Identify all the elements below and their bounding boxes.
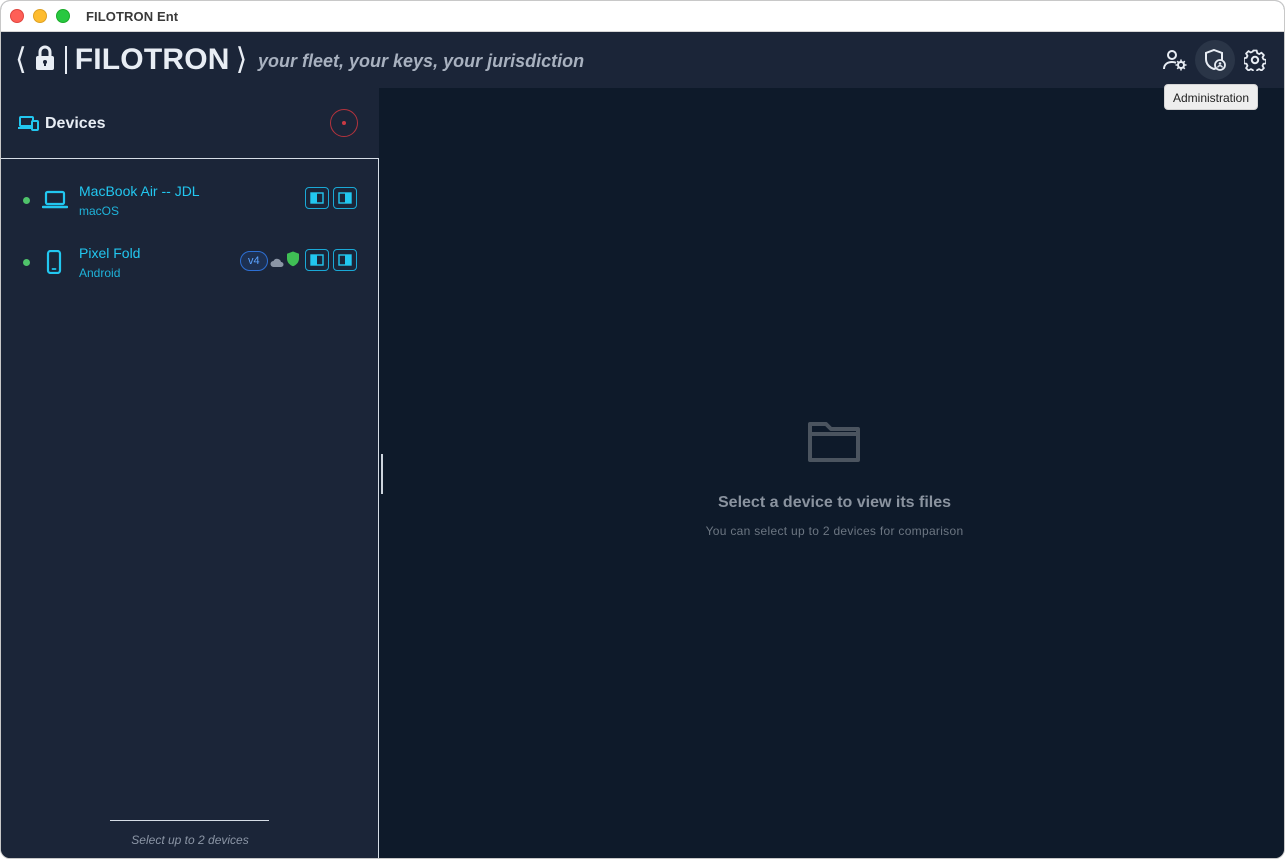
online-status-icon: [23, 197, 30, 204]
open-left-pane-button[interactable]: [305, 249, 329, 271]
minimize-window-button[interactable]: [33, 9, 47, 23]
right-pane-icon: [338, 192, 352, 204]
right-angle-icon: ⟩: [235, 43, 248, 76]
left-pane-icon: [310, 254, 324, 266]
lock-icon: [35, 45, 55, 76]
window-title: FILOTRON Ent: [86, 9, 179, 24]
user-settings-icon: [1163, 50, 1187, 71]
administration-tooltip: Administration: [1164, 84, 1259, 110]
device-list: MacBook Air -- JDL macOS Pixel Fold Andr…: [1, 158, 379, 858]
brand-name: FILOTRON: [74, 43, 230, 76]
folder-icon: [806, 418, 862, 469]
device-item[interactable]: MacBook Air -- JDL macOS: [1, 179, 379, 229]
app-header: ⟨ FILOTRON ⟩ your fleet, your keys, your…: [1, 32, 1284, 88]
zoom-window-button[interactable]: [56, 9, 70, 23]
open-right-pane-button[interactable]: [333, 187, 357, 209]
left-pane-icon: [310, 192, 324, 204]
brand-tagline: your fleet, your keys, your jurisdiction: [258, 51, 585, 71]
online-status-icon: [23, 259, 30, 266]
title-bar: FILOTRON Ent: [1, 1, 1284, 32]
brand-divider: [64, 46, 67, 74]
shield-verified-icon: [286, 251, 300, 272]
device-name: Pixel Fold: [79, 245, 141, 261]
open-right-pane-button[interactable]: [333, 249, 357, 271]
device-item[interactable]: Pixel Fold Android v4: [1, 241, 379, 291]
devices-sidebar: Devices MacBook Air -- JDL macOS Pixel F…: [1, 88, 379, 858]
open-left-pane-button[interactable]: [305, 187, 329, 209]
cloud-icon: [270, 255, 284, 273]
close-window-button[interactable]: [10, 9, 24, 23]
right-pane-icon: [338, 254, 352, 266]
empty-state-subtitle: You can select up to 2 devices for compa…: [705, 524, 964, 538]
version-badge: v4: [240, 251, 268, 271]
empty-state-title: Select a device to view its files: [718, 494, 951, 511]
sidebar-title: Devices: [45, 115, 106, 132]
left-angle-icon: ⟨: [15, 43, 27, 76]
device-os: Android: [79, 266, 121, 280]
settings-button[interactable]: [1235, 40, 1275, 80]
sidebar-footer-divider: [110, 820, 269, 821]
sidebar-footer-hint: Select up to 2 devices: [131, 833, 249, 847]
user-settings-button[interactable]: [1155, 40, 1195, 80]
phone-icon: [46, 249, 62, 279]
administration-button[interactable]: [1195, 40, 1235, 80]
brand-logo: ⟨ FILOTRON ⟩: [15, 42, 247, 78]
record-dot-icon: [342, 121, 346, 125]
app-window: FILOTRON Ent ⟨ FILOTRON ⟩ your fleet, yo…: [0, 0, 1285, 859]
devices-icon: [17, 115, 39, 138]
sidebar-header: Devices: [1, 88, 379, 158]
pane-resize-handle[interactable]: [381, 454, 383, 494]
gear-icon: [1244, 49, 1266, 71]
device-name: MacBook Air -- JDL: [79, 183, 200, 199]
shield-admin-icon: [1205, 49, 1226, 71]
record-button[interactable]: [330, 109, 358, 137]
device-os: macOS: [79, 204, 120, 218]
laptop-icon: [41, 190, 69, 215]
file-browser-pane: Select a device to view its files You ca…: [379, 88, 1284, 858]
